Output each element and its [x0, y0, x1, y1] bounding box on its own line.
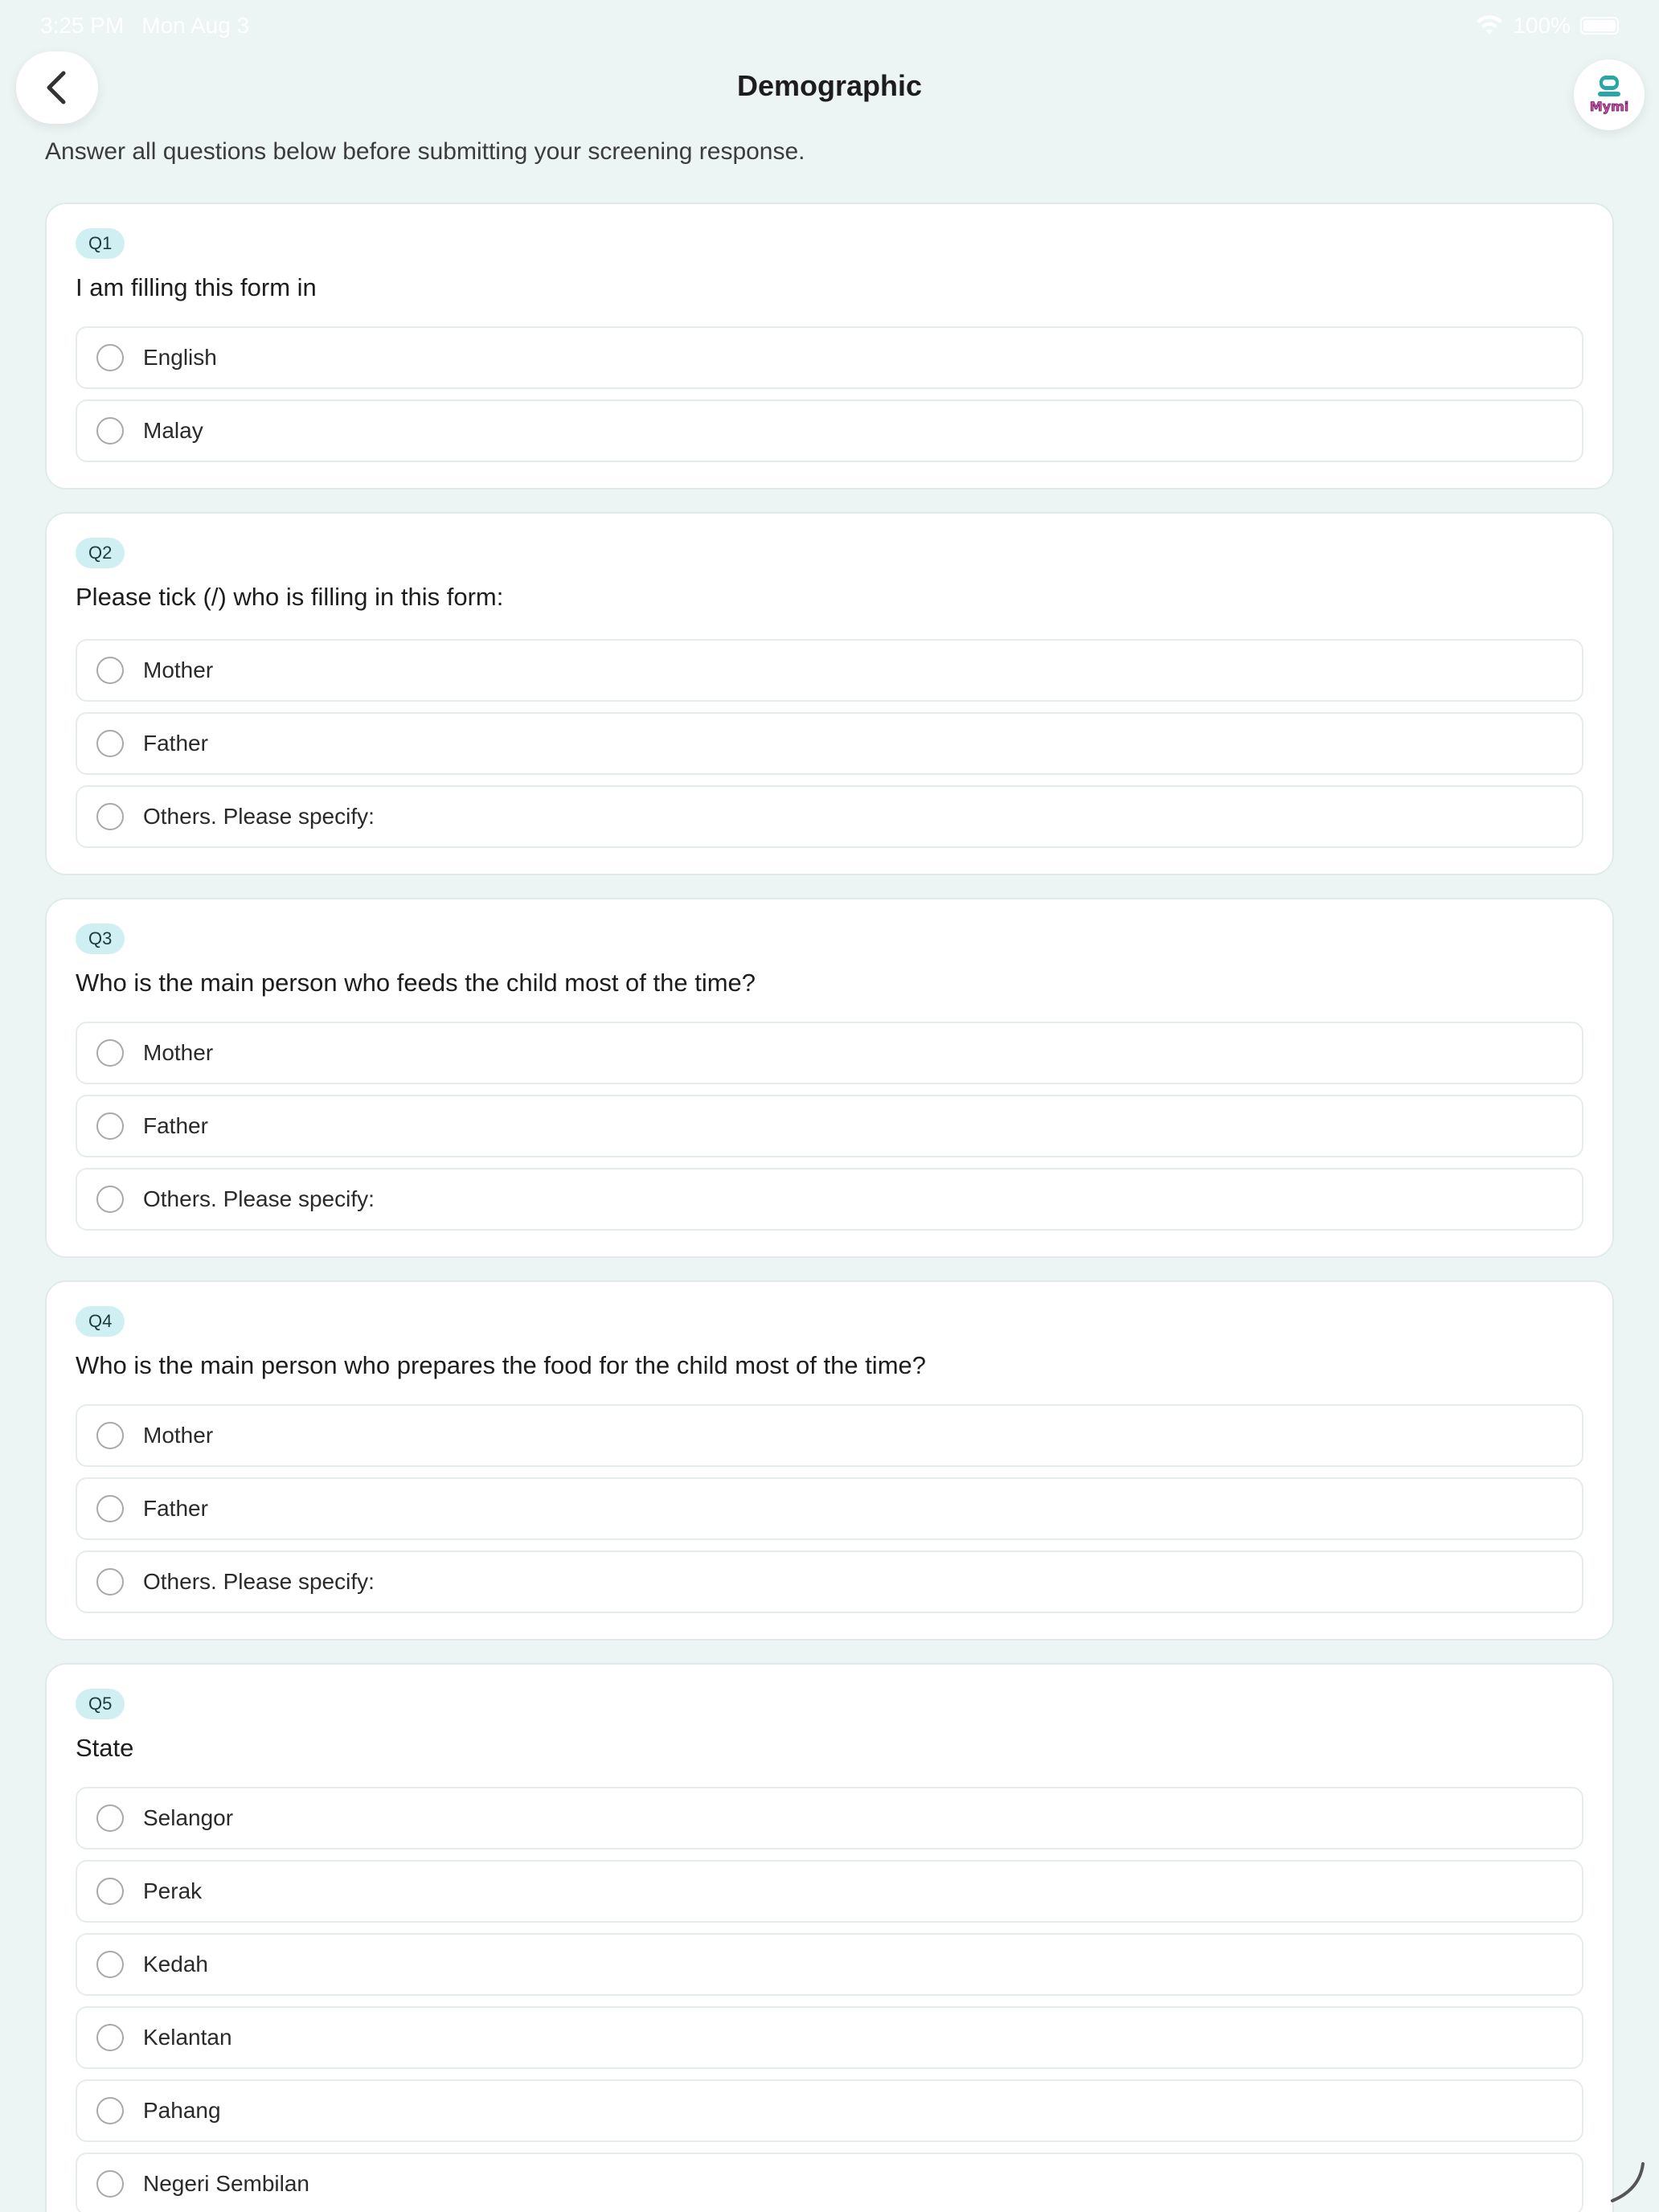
- status-time: 3:25 PM: [40, 13, 125, 38]
- question-text: I am filling this form in: [76, 273, 317, 301]
- mymi-logo-icon: Mymi: [1589, 76, 1629, 114]
- option-label: Pahang: [143, 2098, 221, 2123]
- option-label: Father: [143, 731, 208, 756]
- question-list: Q1 I am filling this form in English Mal…: [45, 203, 1614, 2212]
- option-label: English: [143, 345, 217, 370]
- option-english[interactable]: English: [76, 326, 1583, 389]
- radio-button[interactable]: [96, 1878, 124, 1905]
- radio-button[interactable]: [96, 1112, 124, 1140]
- option-kedah[interactable]: Kedah: [76, 1933, 1583, 1996]
- header: Demographic Mymi: [0, 51, 1659, 130]
- radio-button[interactable]: [96, 803, 124, 830]
- radio-button[interactable]: [96, 1495, 124, 1522]
- option-selangor[interactable]: Selangor: [76, 1787, 1583, 1849]
- radio-button[interactable]: [96, 2170, 124, 2198]
- option-label: Kelantan: [143, 2025, 232, 2050]
- radio-button[interactable]: [96, 1804, 124, 1832]
- question-text: Who is the main person who feeds the chi…: [76, 969, 756, 997]
- status-bar: 3:25 PM Mon Aug 3 100%: [0, 0, 1659, 51]
- option-mother[interactable]: Mother: [76, 1022, 1583, 1084]
- option-label: Perak: [143, 1878, 203, 1903]
- option-father[interactable]: Father: [76, 1477, 1583, 1540]
- radio-button[interactable]: [96, 344, 124, 371]
- battery-icon: [1580, 17, 1619, 35]
- page-title: Demographic: [736, 69, 923, 102]
- option-father[interactable]: Father: [76, 712, 1583, 775]
- question-text: Who is the main person who prepares the …: [76, 1351, 926, 1379]
- option-label: Kedah: [143, 1952, 208, 1976]
- option-label: Father: [143, 1113, 208, 1138]
- radio-button[interactable]: [96, 657, 124, 684]
- option-list: English Malay: [76, 326, 1583, 462]
- radio-button[interactable]: [96, 2097, 124, 2124]
- option-others[interactable]: Others. Please specify:: [76, 1550, 1583, 1613]
- option-negeri-sembilan[interactable]: Negeri Sembilan: [76, 2153, 1583, 2212]
- status-right: 100%: [1476, 13, 1619, 39]
- scroll-indicator-icon: [1611, 2162, 1645, 2202]
- question-card-q1: Q1 I am filling this form in English Mal…: [45, 203, 1614, 490]
- radio-button[interactable]: [96, 2024, 124, 2051]
- question-text: Please tick (/) who is filling in this f…: [76, 583, 504, 611]
- question-card-q3: Q3 Who is the main person who feeds the …: [45, 898, 1614, 1258]
- option-label: Mother: [143, 1423, 214, 1448]
- radio-button[interactable]: [96, 1951, 124, 1978]
- option-label: Others. Please specify:: [143, 1569, 375, 1594]
- radio-button[interactable]: [96, 730, 124, 757]
- question-badge: Q2: [76, 538, 125, 568]
- question-text: State: [76, 1734, 134, 1762]
- question-badge: Q5: [76, 1689, 125, 1719]
- question-badge: Q3: [76, 924, 125, 954]
- battery-percent: 100%: [1513, 13, 1571, 38]
- option-label: Negeri Sembilan: [143, 2171, 309, 2196]
- question-card-q4: Q4 Who is the main person who prepares t…: [45, 1280, 1614, 1641]
- question-badge: Q4: [76, 1306, 125, 1337]
- option-father[interactable]: Father: [76, 1095, 1583, 1157]
- option-kelantan[interactable]: Kelantan: [76, 2006, 1583, 2069]
- question-card-q5: Q5 State Selangor Perak Kedah Kelantan P…: [45, 1663, 1614, 2212]
- intro-text: Answer all questions below before submit…: [45, 138, 805, 165]
- option-list: Mother Father Others. Please specify:: [76, 1022, 1583, 1231]
- option-others[interactable]: Others. Please specify:: [76, 1168, 1583, 1231]
- option-label: Others. Please specify:: [143, 1186, 375, 1211]
- radio-button[interactable]: [96, 1568, 124, 1596]
- option-label: Selangor: [143, 1805, 234, 1830]
- svg-text:Mymi: Mymi: [1590, 99, 1629, 114]
- option-label: Mother: [143, 1040, 214, 1065]
- option-mother[interactable]: Mother: [76, 1404, 1583, 1467]
- radio-button[interactable]: [96, 1422, 124, 1449]
- option-mother[interactable]: Mother: [76, 639, 1583, 702]
- option-malay[interactable]: Malay: [76, 399, 1583, 462]
- demographic-screen: 3:25 PM Mon Aug 3 100% Demographic Mymi …: [0, 0, 1659, 2212]
- profile-avatar-button[interactable]: Mymi: [1574, 59, 1645, 130]
- wifi-icon: [1477, 15, 1503, 35]
- option-label: Malay: [143, 418, 203, 443]
- status-left: 3:25 PM Mon Aug 3: [40, 13, 249, 39]
- option-list: Mother Father Others. Please specify:: [76, 639, 1583, 848]
- status-date: Mon Aug 3: [141, 13, 250, 38]
- radio-button[interactable]: [96, 417, 124, 444]
- radio-button[interactable]: [96, 1039, 124, 1067]
- option-label: Mother: [143, 657, 214, 682]
- option-others[interactable]: Others. Please specify:: [76, 785, 1583, 848]
- option-perak[interactable]: Perak: [76, 1860, 1583, 1923]
- option-pahang[interactable]: Pahang: [76, 2079, 1583, 2142]
- radio-button[interactable]: [96, 1186, 124, 1213]
- option-label: Others. Please specify:: [143, 804, 375, 829]
- question-card-q2: Q2 Please tick (/) who is filling in thi…: [45, 512, 1614, 875]
- question-badge: Q1: [76, 228, 125, 259]
- option-list: Mother Father Others. Please specify:: [76, 1404, 1583, 1613]
- option-list: Selangor Perak Kedah Kelantan Pahang Neg…: [76, 1787, 1583, 2212]
- option-label: Father: [143, 1496, 208, 1521]
